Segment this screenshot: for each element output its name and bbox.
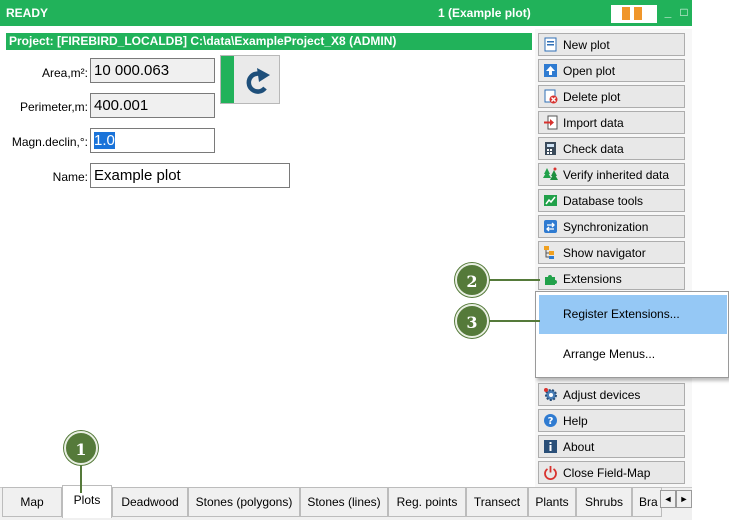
new-plot-label: New plot: [563, 38, 610, 52]
database-tools-label: Database tools: [563, 194, 644, 208]
callout-2-leader: [488, 279, 540, 281]
about-button[interactable]: About: [538, 435, 685, 458]
tab-deadwood[interactable]: Deadwood: [112, 487, 188, 517]
synchronization-label: Synchronization: [563, 220, 649, 234]
area-field: 10 000.063: [90, 58, 215, 83]
trees-icon: [543, 167, 558, 180]
delete-icon: [544, 89, 558, 104]
check-data-button[interactable]: Check data: [538, 137, 685, 160]
magn-declin-label: Magn.declin,°:: [11, 135, 88, 149]
about-label: About: [563, 440, 595, 454]
tab-shrubs[interactable]: Shrubs: [576, 487, 632, 517]
callout-2-badge: 2: [455, 263, 489, 297]
import-icon: [544, 115, 558, 130]
puzzle-icon: [545, 275, 557, 285]
close-field-map-label: Close Field-Map: [563, 466, 651, 480]
open-icon: [544, 64, 557, 77]
info-icon: [544, 440, 557, 453]
magn-declin-input[interactable]: 1.0: [90, 128, 215, 153]
magn-declin-value: 1.0: [94, 132, 115, 149]
database-tools-icon: [544, 195, 557, 206]
svg-text:?: ?: [548, 416, 554, 427]
register-extensions-label: Register Extensions...: [563, 307, 680, 321]
redo-icon: [246, 68, 270, 94]
maximize-button[interactable]: □: [677, 3, 691, 21]
close-field-map-button[interactable]: Close Field-Map: [538, 461, 685, 484]
title-bar: READY 1 (Example plot) _ □: [0, 0, 692, 26]
show-navigator-label: Show navigator: [563, 246, 646, 260]
arrange-menus-item[interactable]: Arrange Menus...: [563, 347, 655, 361]
callout-3-badge: 3: [455, 304, 489, 338]
import-data-button[interactable]: Import data: [538, 111, 685, 134]
adjust-devices-button[interactable]: Adjust devices: [538, 383, 685, 406]
show-navigator-button[interactable]: Show navigator: [538, 241, 685, 264]
status-text: READY: [6, 6, 49, 20]
import-data-label: Import data: [563, 116, 624, 130]
adjust-devices-label: Adjust devices: [563, 388, 641, 402]
extensions-button[interactable]: Extensions: [538, 267, 685, 290]
tab-plants[interactable]: Plants: [528, 487, 576, 517]
check-data-label: Check data: [563, 142, 624, 156]
callout-3-leader: [488, 320, 540, 322]
area-label: Area,m²:: [41, 66, 88, 80]
delete-plot-label: Delete plot: [563, 90, 621, 104]
tab-scroll-right-button[interactable]: ►: [676, 490, 692, 508]
callout-1-leader: [80, 463, 82, 493]
new-document-icon: [544, 37, 557, 52]
synchronization-button[interactable]: Synchronization: [538, 215, 685, 238]
help-icon: ?: [544, 414, 557, 427]
verify-inherited-label: Verify inherited data: [563, 168, 670, 182]
minimize-button[interactable]: _: [661, 3, 675, 21]
callout-1-badge: 1: [64, 431, 98, 465]
sync-icon: [544, 220, 557, 233]
extensions-popup-menu: Register Extensions... Arrange Menus...: [535, 291, 729, 378]
power-icon: [544, 466, 557, 480]
tab-stones-lines[interactable]: Stones (lines): [300, 487, 388, 517]
project-bar: Project: [FIREBIRD_LOCALDB] C:\data\Exam…: [6, 33, 532, 50]
open-plot-button[interactable]: Open plot: [538, 59, 685, 82]
window-title: 1 (Example plot): [438, 6, 531, 20]
extensions-label: Extensions: [563, 272, 622, 286]
navigator-icon: [544, 246, 554, 259]
refresh-button-strip: [221, 56, 234, 103]
tab-stones-polygons[interactable]: Stones (polygons): [188, 487, 300, 517]
help-label: Help: [563, 414, 588, 428]
tab-transect[interactable]: Transect: [466, 487, 528, 517]
database-tools-button[interactable]: Database tools: [538, 189, 685, 212]
tab-reg-points[interactable]: Reg. points: [388, 487, 466, 517]
calculator-icon: [545, 142, 556, 155]
name-label: Name:: [52, 170, 88, 184]
delete-plot-button[interactable]: Delete plot: [538, 85, 685, 108]
flag-icon: [611, 5, 657, 23]
name-input[interactable]: Example plot: [90, 163, 290, 188]
tab-scroll-left-button[interactable]: ◄: [660, 490, 676, 508]
tab-plots[interactable]: Plots: [62, 485, 112, 518]
devices-gear-icon: [544, 388, 557, 401]
perimeter-label: Perimeter,m:: [19, 100, 88, 114]
new-plot-button[interactable]: New plot: [538, 33, 685, 56]
perimeter-field: 400.001: [90, 93, 215, 118]
verify-inherited-button[interactable]: Verify inherited data: [538, 163, 685, 186]
open-plot-label: Open plot: [563, 64, 616, 78]
tab-bra[interactable]: Bra: [632, 487, 662, 517]
tab-map[interactable]: Map: [2, 487, 62, 517]
help-button[interactable]: ? Help: [538, 409, 685, 432]
refresh-button[interactable]: [220, 55, 280, 104]
